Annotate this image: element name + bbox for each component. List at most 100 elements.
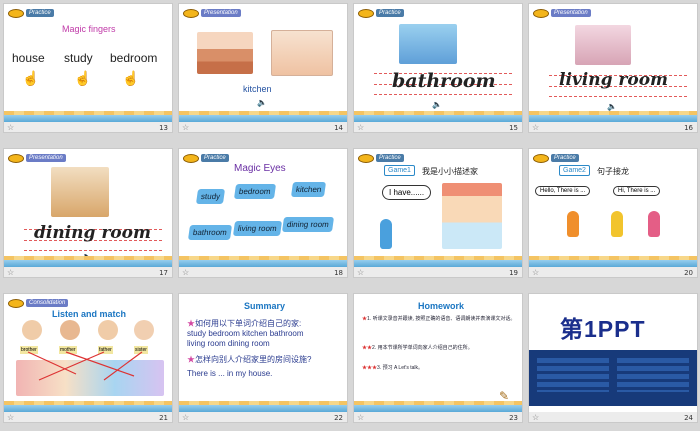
pointing-hand-icon: ☝ [22,70,40,86]
dining-room-image [51,167,109,217]
slide-number: 20 [684,269,693,277]
slide-header: Practice [8,7,54,19]
pointing-hand-icon: ☝ [122,70,140,86]
word-card: kitchen [290,182,327,197]
summary-line-text: 怎样向别人介绍家里的房间设施? [195,355,312,364]
homework-item: ★★★3. 预习 A Let's talk。 [362,365,423,371]
slide-number: 13 [159,124,168,132]
footer-waves [4,256,172,267]
slide-thumbnail[interactable]: Presentation living room 🔈 ☆ 16 [528,3,698,133]
star-icon: ☆ [7,413,15,422]
footer-waves [529,256,697,267]
slide-thumbnail[interactable]: Practice Magic fingers house study bedro… [3,3,173,133]
slide-thumbnail[interactable]: Presentation dining room 🔈 ☆ 17 [3,148,173,278]
slide-thumbnail[interactable]: Practice Game2 句子接龙 Hello, There is ... … [528,148,698,278]
footer-waves [179,256,347,267]
slide-footer [179,412,347,422]
slide-thumbnail[interactable]: Homework ★1. 听课文录音并跟读, 按照正确的语音、语调朗读并表演课文… [353,293,523,423]
living-room-image [575,25,631,65]
dining-room-word: dining room [34,223,151,243]
speaker-icon: 🔈 [257,98,267,107]
house-cutaway-image [442,183,502,249]
star-icon: ☆ [532,413,540,422]
child-figure [567,211,579,237]
slide-thumbnail[interactable]: Consolidation Listen and match brother m… [3,293,173,423]
child-figure [648,211,660,237]
slide-title: 句子接龙 [597,167,629,176]
slide-header: Practice [358,152,404,164]
bathroom-image [399,24,457,64]
star-icon: ☆ [7,268,15,277]
star-icon: ☆ [357,268,365,277]
slide-header: Presentation [8,152,66,164]
slide-footer [354,412,522,422]
slide-footer [179,267,347,277]
slide-number: 15 [509,124,518,132]
speaker-icon: 🔈 [607,102,617,111]
speech-bubble: I have...... [382,185,432,200]
slide-title: Magic Eyes [234,163,286,174]
slide-thumbnail[interactable]: Practice bathroom 🔈 ☆ 15 [353,3,523,133]
slide-number: 24 [684,414,693,422]
word-study: study [64,51,93,65]
speech-bubble: Hi, There is ... [613,186,661,196]
section-tag: Practice [376,154,404,162]
slide-thumbnail[interactable]: Practice Magic Eyes study bedroom kitche… [178,148,348,278]
slide-number: 21 [159,414,168,422]
word-card: bathroom [187,225,232,240]
speaker-icon: 🔈 [432,100,442,109]
footer-waves [4,401,172,412]
word-card: study [195,189,226,204]
slide-footer [529,412,697,422]
section-tag: Presentation [551,9,591,17]
child-figure [611,211,623,237]
living-room-word: living room [559,70,669,90]
slide-footer [179,122,347,132]
footer-waves [179,111,347,122]
bee-icon [183,153,199,163]
slide-footer [4,412,172,422]
homework-item-text: 1. 听课文录音并跟读, 按照正确的语音、语调朗读并表演课文对话。 [367,316,516,322]
star-icon: ☆ [357,123,365,132]
slide-thumbnail[interactable]: Summary ★如何用以下单词介绍自己的家: study bedroom ki… [178,293,348,423]
star-icon: ☆ [357,413,365,422]
summary-line: study bedroom kitchen bathroom [187,329,304,338]
star-icon: ☆ [532,268,540,277]
section-tag: Practice [26,9,54,17]
slide-thumbnail[interactable]: 第1PPT ☆ 24 [528,293,698,423]
ppt-logo: 第1PPT [560,316,646,342]
boy-figure [380,219,392,249]
star-icon: ☆ [182,268,190,277]
homework-item-text: 2. 用本节课所学单词向家人介绍自己的住所。 [372,345,473,351]
bee-icon [358,153,374,163]
bee-icon [533,8,549,18]
bee-icon [533,153,549,163]
slide-number: 23 [509,414,518,422]
bee-icon [358,8,374,18]
summary-line: ★怎样向别人介绍家里的房间设施? [187,355,312,364]
slide-header: Practice [183,152,229,164]
slide-footer [4,267,172,277]
slide-sorter-grid: Practice Magic fingers house study bedro… [0,0,700,431]
slide-header: Practice [358,7,404,19]
kitchen-image [197,32,253,74]
bathroom-word: bathroom [392,70,496,92]
slide-thumbnail[interactable]: Presentation kitchen 🔈 ☆ 14 [178,3,348,133]
section-tag: Practice [201,154,229,162]
kitchen-image [271,30,333,76]
section-tag: Presentation [26,154,66,162]
star-icon: ☆ [182,123,190,132]
summary-line: living room dining room [187,339,270,348]
homework-item-text: 3. 预习 A Let's talk。 [377,365,423,371]
slide-footer [4,122,172,132]
slide-title: Homework [418,301,465,311]
slide-number: 17 [159,269,168,277]
bee-icon [183,8,199,18]
slide-title: Magic fingers [62,24,116,34]
slide-header: Presentation [533,7,591,19]
bee-icon [8,153,24,163]
slide-number: 16 [684,124,693,132]
word-house: house [12,51,45,65]
slide-footer [354,122,522,132]
slide-thumbnail[interactable]: Practice Game1 我是小小描述家 I have...... ☆ 19 [353,148,523,278]
